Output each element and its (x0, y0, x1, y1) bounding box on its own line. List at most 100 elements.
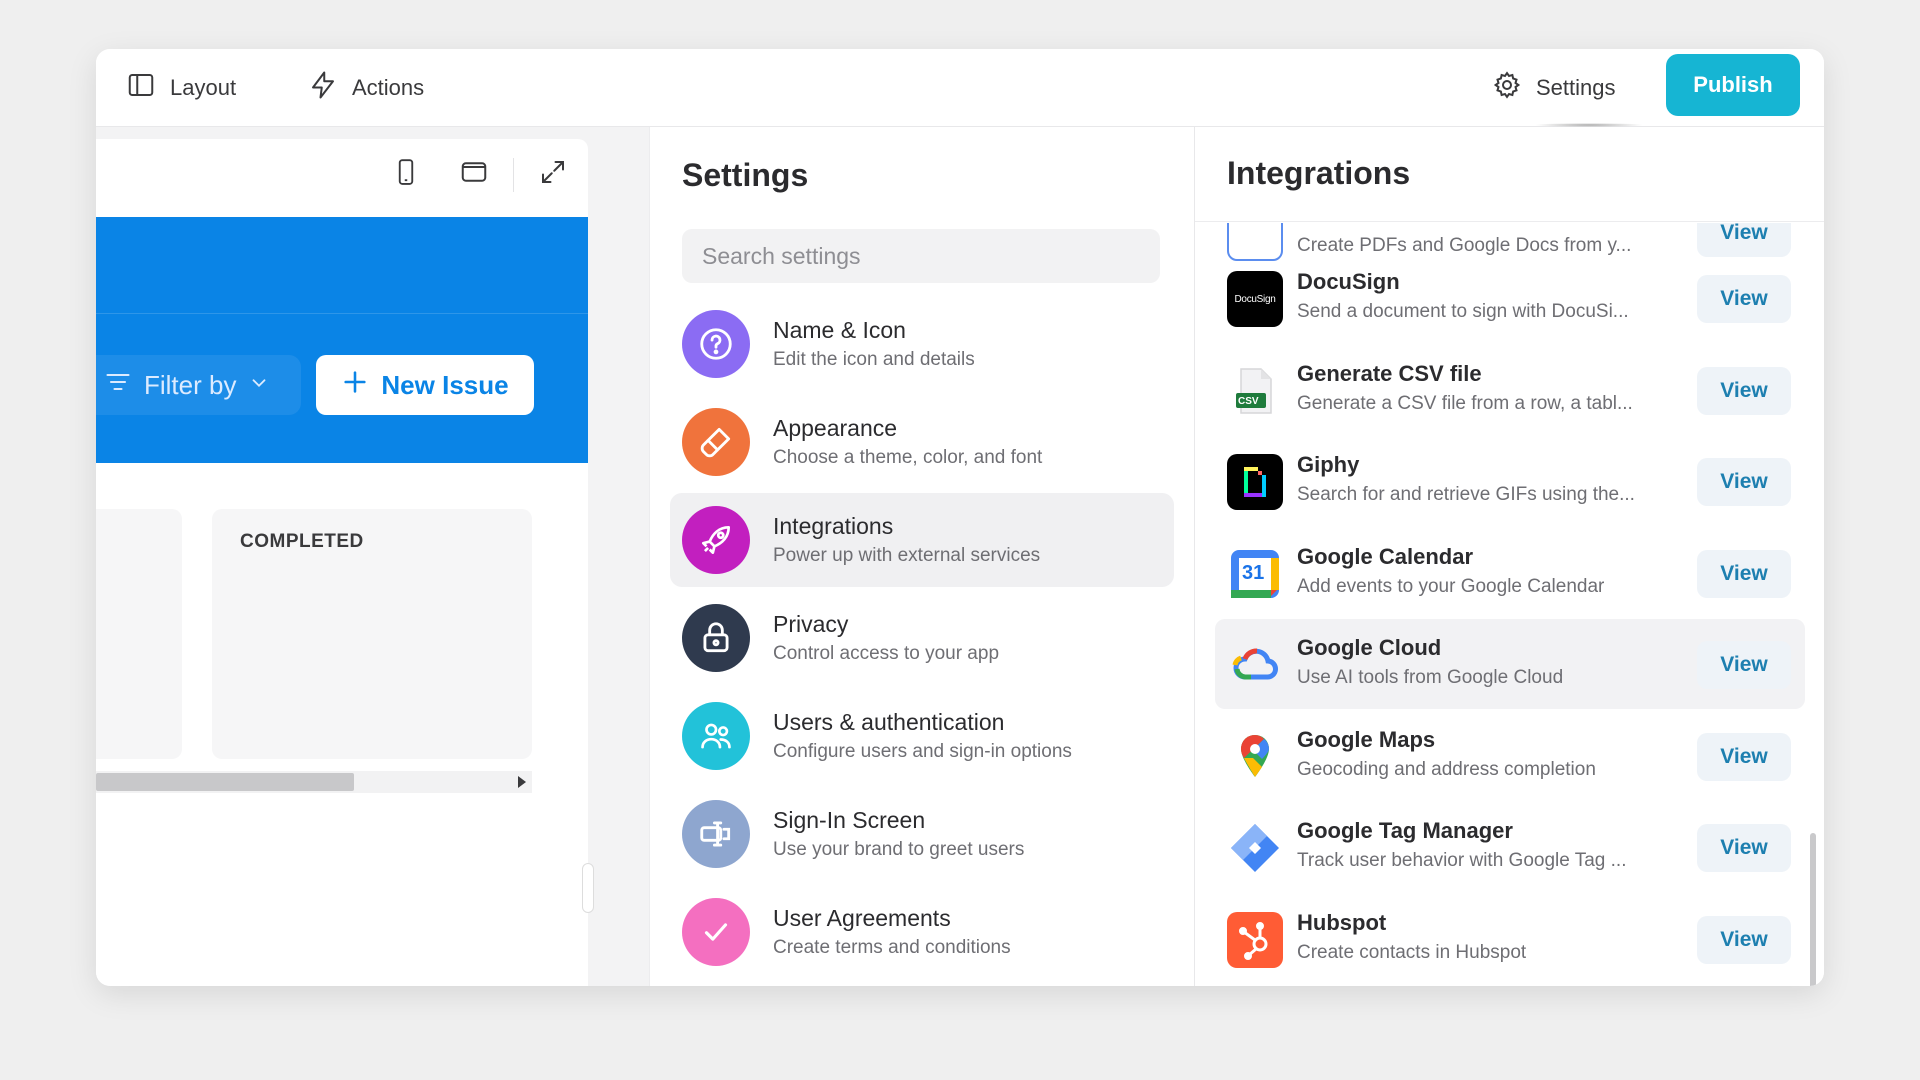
top-bar: Layout Actions Settings Publish (96, 49, 1824, 127)
integration-title: Hubspot (1297, 910, 1387, 935)
docusign-logo-icon: DocuSign (1227, 271, 1283, 327)
settings-item-user-agreements[interactable]: User Agreements Create terms and conditi… (670, 885, 1174, 979)
resize-handle[interactable] (582, 863, 594, 913)
preview-area: Filter by New Issue COMPLETED (96, 127, 649, 986)
menu-item-subtitle: Choose a theme, color, and font (773, 447, 1043, 468)
settings-title: Settings (682, 157, 809, 193)
settings-label: Settings (1536, 75, 1616, 100)
google-calendar-icon: 31 (1227, 546, 1283, 602)
scroll-right-arrow-icon[interactable] (518, 776, 526, 788)
header-divider (96, 313, 588, 314)
google-cloud-icon (1227, 637, 1283, 693)
menu-item-title: Integrations (773, 513, 894, 539)
integration-subtitle: Add events to your Google Calendar (1297, 576, 1605, 597)
integration-row-google-cloud[interactable]: Google Cloud Use AI tools from Google Cl… (1215, 619, 1805, 709)
integrations-panel: Integrations Create PDFs and Google Docs… (1195, 127, 1824, 986)
chevron-down-icon (248, 370, 270, 401)
check-icon (682, 898, 750, 966)
board-column-completed: COMPLETED (212, 509, 532, 759)
csv-file-icon: CSV (1227, 363, 1283, 419)
menu-item-title: Appearance (773, 415, 898, 441)
vertical-scrollbar[interactable] (1810, 833, 1816, 986)
actions-tab[interactable]: Actions (308, 49, 424, 127)
search-settings-input[interactable] (682, 229, 1160, 283)
plus-icon (341, 368, 369, 403)
menu-item-subtitle: Edit the icon and details (773, 349, 975, 370)
scrollbar-thumb[interactable] (96, 773, 354, 791)
preview-header: Filter by New Issue (96, 217, 588, 463)
integration-title: Google Tag Manager (1297, 818, 1513, 843)
view-button[interactable]: View (1697, 733, 1791, 781)
expand-icon[interactable] (538, 157, 568, 192)
settings-item-appearance[interactable]: Appearance Choose a theme, color, and fo… (670, 395, 1174, 489)
tablet-icon[interactable] (459, 157, 489, 192)
view-button[interactable]: View (1697, 641, 1791, 689)
menu-item-title: Users & authentication (773, 709, 1005, 735)
question-icon (682, 310, 750, 378)
google-tag-manager-icon (1227, 820, 1283, 876)
view-button[interactable]: View (1697, 275, 1791, 323)
menu-item-title: User Agreements (773, 905, 951, 931)
integration-row-google-maps[interactable]: Google Maps Geocoding and address comple… (1215, 711, 1805, 801)
view-button[interactable]: View (1697, 550, 1791, 598)
menu-item-subtitle: Power up with external services (773, 545, 1041, 566)
calendar-day-label: 31 (1242, 562, 1265, 584)
integration-subtitle: Search for and retrieve GIFs using the..… (1297, 484, 1635, 505)
layout-label: Layout (170, 75, 237, 100)
app-window: Layout Actions Settings Publish Filter b… (96, 49, 1824, 986)
view-button[interactable]: View (1697, 916, 1791, 964)
integration-row-hubspot[interactable]: Hubspot Create contacts in Hubspot View (1215, 894, 1805, 984)
integration-subtitle: Send a document to sign with DocuSi... (1297, 301, 1629, 322)
app-preview: Filter by New Issue COMPLETED (96, 139, 588, 986)
settings-item-integrations[interactable]: Integrations Power up with external serv… (670, 493, 1174, 587)
rocket-icon (682, 506, 750, 574)
toolbar-divider (513, 157, 514, 192)
settings-item-privacy[interactable]: Privacy Control access to your app (670, 591, 1174, 685)
integration-subtitle: Create contacts in Hubspot (1297, 942, 1527, 963)
filter-icon (104, 368, 132, 403)
integration-row-google-tag-manager[interactable]: Google Tag Manager Track user behavior w… (1215, 802, 1805, 892)
settings-item-name-icon[interactable]: Name & Icon Edit the icon and details (670, 297, 1174, 391)
settings-panel: Settings Name & Icon Edit the icon and d… (649, 127, 1195, 986)
csv-label: CSV (1238, 396, 1259, 407)
integration-subtitle: Generate a CSV file from a row, a tabl..… (1297, 393, 1633, 414)
board-column (96, 509, 182, 759)
google-maps-pin-icon (1227, 729, 1283, 785)
gear-icon (1492, 70, 1522, 106)
integration-subtitle: Geocoding and address completion (1297, 759, 1596, 780)
menu-item-subtitle: Create terms and conditions (773, 937, 1011, 958)
integration-row-csv[interactable]: CSV Generate CSV file Generate a CSV fil… (1215, 345, 1805, 435)
header-divider (1195, 221, 1824, 222)
settings-tab[interactable]: Settings (1492, 49, 1616, 127)
sign-in-icon (682, 800, 750, 868)
settings-item-sign-in-screen[interactable]: Sign-In Screen Use your brand to greet u… (670, 787, 1174, 881)
horizontal-scrollbar[interactable] (96, 771, 532, 793)
actions-label: Actions (352, 75, 425, 100)
publish-button[interactable]: Publish (1666, 54, 1800, 116)
phone-icon[interactable] (391, 157, 421, 192)
integration-row-giphy[interactable]: Giphy Search for and retrieve GIFs using… (1215, 436, 1805, 526)
integration-subtitle: Track user behavior with Google Tag ... (1297, 850, 1627, 871)
hubspot-logo-icon (1227, 912, 1283, 968)
menu-item-subtitle: Control access to your app (773, 643, 1000, 664)
view-button[interactable]: View (1697, 824, 1791, 872)
integration-row-google-calendar[interactable]: 31 Google Calendar Add events to your Go… (1215, 528, 1805, 618)
integration-subtitle: Use AI tools from Google Cloud (1297, 667, 1564, 688)
users-icon (682, 702, 750, 770)
menu-item-title: Sign-In Screen (773, 807, 926, 833)
view-button[interactable]: View (1697, 223, 1791, 257)
menu-item-subtitle: Configure users and sign-in options (773, 741, 1072, 762)
new-issue-button[interactable]: New Issue (316, 355, 534, 415)
filter-by-button[interactable]: Filter by (96, 355, 301, 415)
layout-tab[interactable]: Layout (126, 49, 236, 127)
integration-title: Google Calendar (1297, 544, 1474, 569)
settings-item-users-auth[interactable]: Users & authentication Configure users a… (670, 689, 1174, 783)
new-issue-label: New Issue (381, 369, 509, 400)
view-button[interactable]: View (1697, 458, 1791, 506)
lightning-icon (308, 70, 338, 106)
column-title: COMPLETED (240, 531, 364, 552)
integration-row-docusign[interactable]: DocuSign DocuSign Send a document to sig… (1215, 253, 1805, 343)
filter-label: Filter by (144, 369, 237, 400)
layout-icon (126, 70, 156, 106)
view-button[interactable]: View (1697, 367, 1791, 415)
